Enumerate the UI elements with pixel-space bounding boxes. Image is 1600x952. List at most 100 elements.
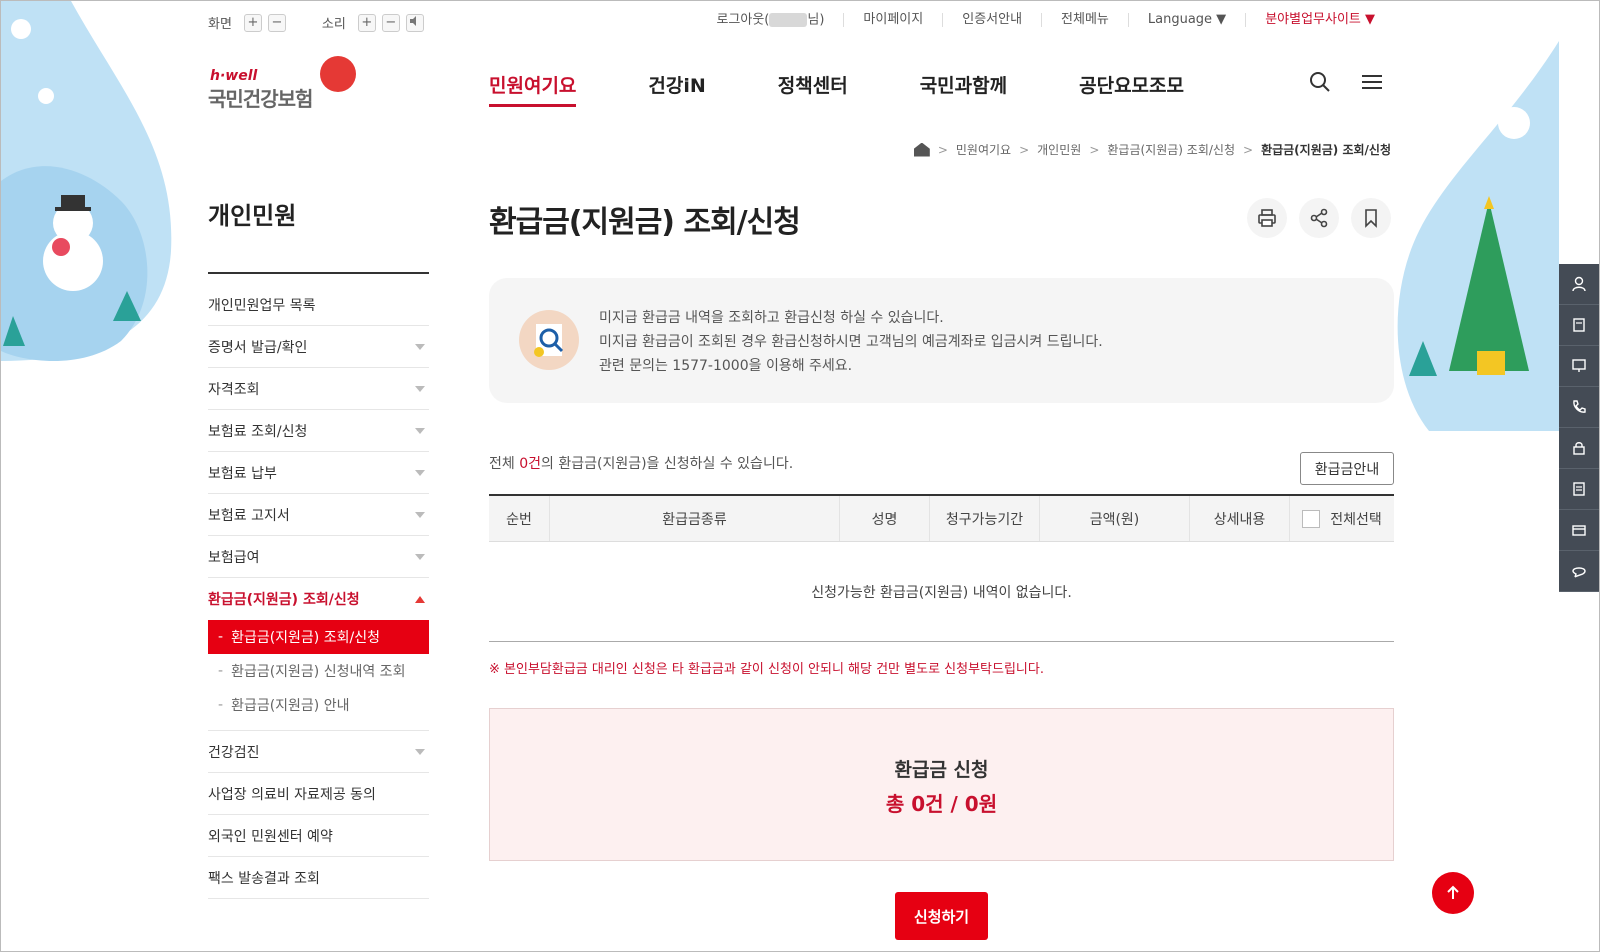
apply-button[interactable]: 신청하기 xyxy=(895,892,988,940)
mypage-link[interactable]: 마이페이지 xyxy=(843,13,942,28)
sidebar-item-health-checkup[interactable]: 건강검진 xyxy=(208,731,429,773)
chevron-down-icon xyxy=(415,748,425,755)
winter-decoration-left xyxy=(1,1,176,381)
lock-icon[interactable] xyxy=(1559,428,1599,469)
breadcrumb-item[interactable]: 개인민원 xyxy=(1037,141,1081,158)
breadcrumb-item[interactable]: 민원여기요 xyxy=(956,141,1011,158)
scroll-top-button[interactable] xyxy=(1432,872,1474,914)
hamburger-menu-icon[interactable] xyxy=(1361,71,1383,98)
table-empty-row: 신청가능한 환급금(지원금) 내역이 없습니다. xyxy=(489,542,1394,642)
search-icon[interactable] xyxy=(1309,71,1331,98)
summary-title: 환급금 신청 xyxy=(894,759,989,781)
sidebar-item-service-list[interactable]: 개인민원업무 목록 xyxy=(208,284,429,326)
certificate-guide-link[interactable]: 인증서안내 xyxy=(942,13,1041,28)
monitor-icon[interactable] xyxy=(1559,346,1599,387)
gnb-menu-with-people[interactable]: 국민과함께 xyxy=(920,71,1007,107)
sidebar-item-eligibility[interactable]: 자격조회 xyxy=(208,368,429,410)
sidebar-submenu: - 환급금(지원금) 조회/신청 - 환급금(지원금) 신청내역 조회 - 환급금(지… xyxy=(208,620,429,731)
summary-value: 총 0건 / 0원 xyxy=(885,792,998,816)
select-all-label[interactable]: 전체선택 xyxy=(1330,509,1382,529)
nhis-logo[interactable]: h·well 국민건강보험 xyxy=(208,56,358,111)
info-line: 미지급 환급금이 조회된 경우 환급신청하시면 고객님의 예금계좌로 입금시켜 … xyxy=(599,334,1103,350)
empty-message: 신청가능한 환급금(지원금) 내역이 없습니다. xyxy=(811,584,1072,601)
document-icon[interactable] xyxy=(1559,305,1599,346)
chevron-up-icon xyxy=(415,595,425,603)
select-all-checkbox[interactable] xyxy=(1302,509,1321,528)
print-icon[interactable] xyxy=(1247,198,1287,238)
field-site-dropdown[interactable]: 분야별업무사이트 ▼ xyxy=(1245,13,1394,28)
refund-count: 0건 xyxy=(519,456,542,472)
sound-label: 소리 xyxy=(321,17,346,32)
screen-zoom-label: 화면 xyxy=(208,17,232,32)
gnb-menu-health-in[interactable]: 건강iN xyxy=(648,71,705,107)
share-icon[interactable] xyxy=(1299,198,1339,238)
submenu-item-refund-guide[interactable]: - 환급금(지원금) 안내 xyxy=(208,688,429,722)
info-box: 미지급 환급금 내역을 조회하고 환급신청 하실 수 있습니다. 미지급 환급금… xyxy=(489,278,1394,403)
info-line: 미지급 환급금 내역을 조회하고 환급신청 하실 수 있습니다. xyxy=(599,310,944,326)
sidebar-item-fax-result[interactable]: 팩스 발송결과 조회 xyxy=(208,857,429,899)
chevron-down-icon xyxy=(415,385,425,392)
bookmark-icon[interactable] xyxy=(1351,198,1391,238)
chevron-down-icon xyxy=(415,343,425,350)
sidebar-item-foreigner-reservation[interactable]: 외국인 민원센터 예약 xyxy=(208,815,429,857)
logo-brand: h·well xyxy=(210,68,258,84)
chevron-down-icon xyxy=(415,511,425,518)
column-header-amount: 금액(원) xyxy=(1039,496,1189,541)
full-menu-link[interactable]: 전체메뉴 xyxy=(1041,13,1128,28)
refund-guide-button[interactable]: 환급금안내 xyxy=(1300,452,1394,485)
utility-bar: 화면 + − 소리 + − 로그아웃(님) 마이페이지 인증서안내 전체메뉴 L… xyxy=(208,13,1394,37)
arrow-up-icon xyxy=(1447,885,1459,899)
sidebar-item-premium-payment[interactable]: 보험료 납부 xyxy=(208,452,429,494)
volume-up-button[interactable]: + xyxy=(357,13,376,32)
submenu-item-refund-history[interactable]: - 환급금(지원금) 신청내역 조회 xyxy=(208,654,429,688)
table-header: 순번 환급금종류 성명 청구가능기간 금액(원) 상세내용 전체선택 xyxy=(489,494,1394,542)
sidebar-item-refund[interactable]: 환급금(지원금) 조회/신청 xyxy=(208,578,429,620)
sidebar-item-medical-consent[interactable]: 사업장 의료비 자료제공 동의 xyxy=(208,773,429,815)
quick-menu-bar xyxy=(1559,264,1599,592)
column-header-name: 성명 xyxy=(839,496,929,541)
select-all-column: 전체선택 xyxy=(1289,496,1394,541)
main-navigation: 민원여기요 건강iN 정책센터 국민과함께 공단요모조모 xyxy=(489,71,1256,107)
sidebar-divider xyxy=(208,272,429,274)
chat-icon[interactable] xyxy=(1559,551,1599,592)
refund-count-text: 전체 0건의 환급금(지원금)을 신청하실 수 있습니다. xyxy=(489,456,794,472)
winter-decoration-right xyxy=(1389,41,1559,431)
zoom-in-button[interactable]: + xyxy=(243,13,262,32)
phone-icon[interactable] xyxy=(1559,387,1599,428)
column-header-type: 환급금종류 xyxy=(549,496,839,541)
card-icon[interactable] xyxy=(1559,510,1599,551)
volume-down-button[interactable]: − xyxy=(381,13,400,32)
submenu-item-refund-apply[interactable]: - 환급금(지원금) 조회/신청 xyxy=(208,620,429,654)
list-icon[interactable] xyxy=(1559,469,1599,510)
notice-text: ※ 본인부담환급금 대리인 신청은 타 환급금과 같이 신청이 안되니 해당 건… xyxy=(489,662,1044,677)
gnb-menu-policy-center[interactable]: 정책센터 xyxy=(778,71,848,107)
column-header-period: 청구가능기간 xyxy=(929,496,1039,541)
chevron-down-icon xyxy=(415,427,425,434)
chevron-down-icon xyxy=(415,469,425,476)
breadcrumb: > 민원여기요 > 개인민원 > 환급금(지원금) 조회/신청 > 환급금(지원… xyxy=(913,141,1391,158)
speaker-icon[interactable] xyxy=(405,13,424,32)
zoom-out-button[interactable]: − xyxy=(267,13,286,32)
sidebar-item-premium-notice[interactable]: 보험료 고지서 xyxy=(208,494,429,536)
breadcrumb-current: 환급금(지원금) 조회/신청 xyxy=(1261,143,1391,157)
logo-mark-icon xyxy=(320,56,356,92)
chevron-down-icon xyxy=(415,553,425,560)
refund-table: 순번 환급금종류 성명 청구가능기간 금액(원) 상세내용 전체선택 신청가능한… xyxy=(489,494,1394,642)
gnb-menu-about[interactable]: 공단요모조모 xyxy=(1079,71,1184,107)
home-icon[interactable] xyxy=(913,142,930,157)
user-icon[interactable] xyxy=(1559,264,1599,305)
masked-username xyxy=(769,13,808,27)
sidebar-item-benefits[interactable]: 보험급여 xyxy=(208,536,429,578)
header-icons xyxy=(1309,71,1383,98)
language-dropdown[interactable]: Language ▼ xyxy=(1127,13,1245,28)
page-tools xyxy=(1247,198,1391,238)
page-title: 환급금(지원금) 조회/신청 xyxy=(489,205,801,240)
magnifier-document-icon xyxy=(519,310,579,370)
column-header-detail: 상세내용 xyxy=(1189,496,1289,541)
sidebar-item-premium-inquiry[interactable]: 보험료 조회/신청 xyxy=(208,410,429,452)
logout-link[interactable]: 로그아웃(님) xyxy=(697,13,843,28)
breadcrumb-item[interactable]: 환급금(지원금) 조회/신청 xyxy=(1107,141,1235,158)
gnb-menu-minwon[interactable]: 민원여기요 xyxy=(489,71,577,107)
sidebar-title: 개인민원 xyxy=(208,202,297,230)
sidebar-item-certificate[interactable]: 증명서 발급/확인 xyxy=(208,326,429,368)
